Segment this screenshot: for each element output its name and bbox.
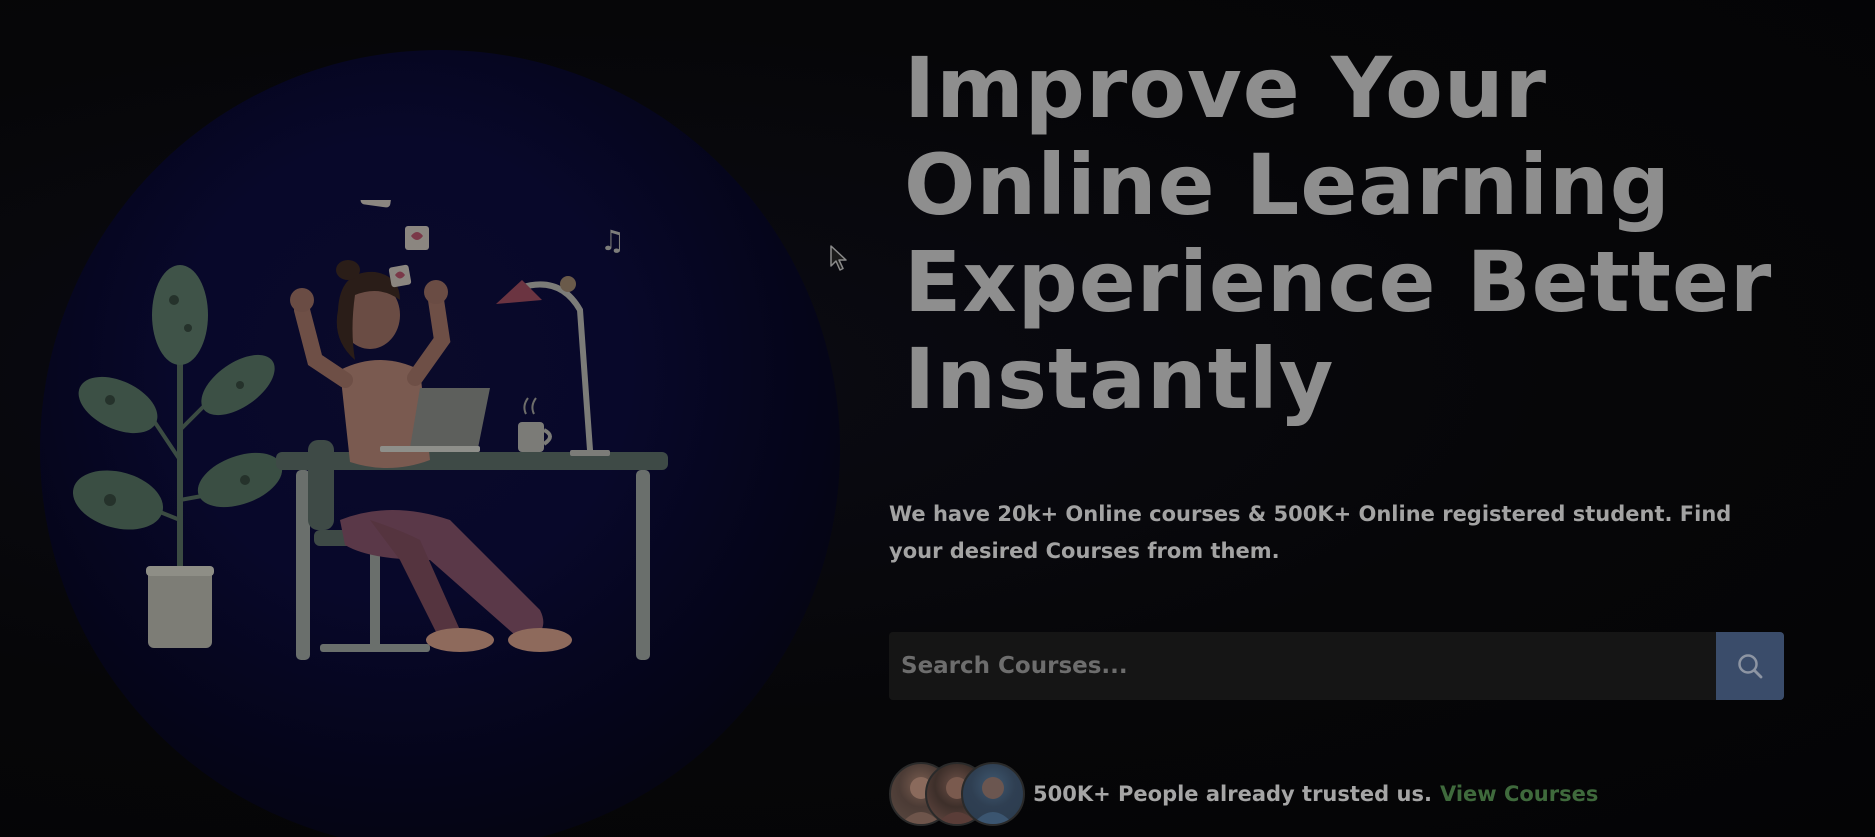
headline-line-1: Improve Your: [904, 39, 1548, 137]
search-button[interactable]: [1716, 632, 1784, 700]
trust-text: 500K+ People already trusted us.: [1033, 782, 1432, 806]
svg-text:♫: ♫: [600, 224, 625, 257]
hero-section: ♫ Improve Your Online Learning Experienc…: [0, 0, 1875, 837]
hero-subtitle: We have 20k+ Online courses & 500K+ Onli…: [889, 502, 1732, 563]
view-courses-link[interactable]: View Courses: [1440, 782, 1598, 806]
search-icon: [1738, 654, 1763, 679]
search-input[interactable]: [889, 632, 1716, 700]
headline-line-3: Experience Better: [904, 233, 1773, 331]
course-search-form: [889, 632, 1784, 700]
headline-line-2: Online Learning: [904, 136, 1671, 234]
mouse-pointer-icon: [830, 245, 847, 271]
headline-line-4: Instantly: [904, 330, 1335, 428]
avatar: [961, 762, 1025, 826]
page-title: Improve Your Online Learning Experience …: [904, 40, 1804, 428]
trust-row: 500K+ People already trusted us. View Co…: [889, 762, 1598, 826]
avatar-group: [889, 762, 1025, 826]
student-at-desk-illustration: ♫: [72, 200, 668, 660]
